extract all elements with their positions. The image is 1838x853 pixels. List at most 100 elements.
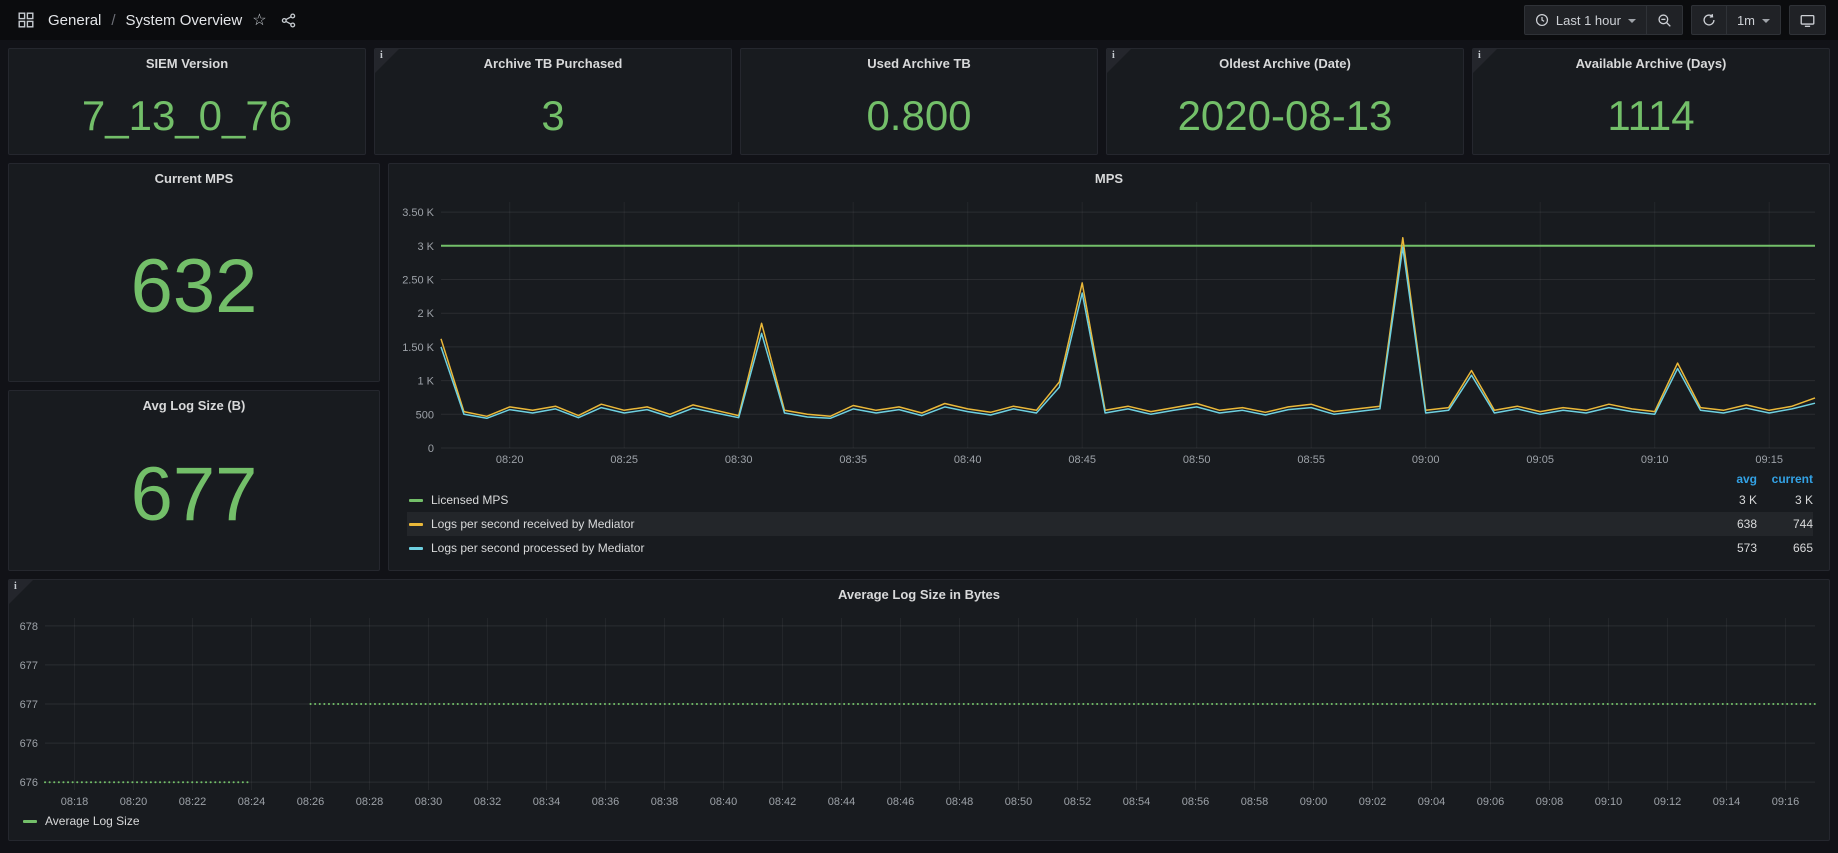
series-name[interactable]: Logs per second received by Mediator bbox=[431, 517, 1701, 531]
panel-title[interactable]: Oldest Archive (Date) bbox=[1107, 49, 1463, 77]
svg-text:2.50 K: 2.50 K bbox=[402, 275, 434, 287]
svg-text:676: 676 bbox=[20, 738, 38, 750]
apps-grid-icon[interactable] bbox=[14, 8, 38, 32]
svg-text:08:34: 08:34 bbox=[533, 796, 561, 808]
panel-oldest-archive: i Oldest Archive (Date) 2020-08-13 bbox=[1106, 48, 1464, 155]
svg-text:08:58: 08:58 bbox=[1241, 796, 1269, 808]
svg-text:08:40: 08:40 bbox=[710, 796, 738, 808]
zoom-out-button[interactable] bbox=[1647, 5, 1683, 35]
svg-text:08:46: 08:46 bbox=[887, 796, 915, 808]
series-current: 665 bbox=[1757, 541, 1813, 555]
panel-title[interactable]: MPS bbox=[389, 164, 1829, 192]
legend-col-current: current bbox=[1757, 472, 1813, 486]
svg-text:08:24: 08:24 bbox=[238, 796, 266, 808]
star-icon[interactable]: ☆ bbox=[252, 10, 266, 30]
panel-title[interactable]: Archive TB Purchased bbox=[375, 49, 731, 77]
legend-item-processed: Logs per second processed by Mediator 57… bbox=[407, 536, 1813, 560]
time-range-picker[interactable]: Last 1 hour bbox=[1524, 5, 1647, 35]
panel-current-mps: Current MPS 632 bbox=[8, 163, 380, 382]
breadcrumb-folder[interactable]: General bbox=[48, 12, 101, 29]
svg-text:08:36: 08:36 bbox=[592, 796, 620, 808]
als-legend: Average Log Size bbox=[9, 812, 1829, 832]
series-color-swatch bbox=[23, 820, 37, 823]
svg-text:08:55: 08:55 bbox=[1297, 454, 1325, 466]
svg-text:676: 676 bbox=[20, 777, 38, 789]
panel-info-icon[interactable] bbox=[1473, 49, 1497, 73]
time-range-label: Last 1 hour bbox=[1556, 13, 1621, 28]
refresh-button[interactable] bbox=[1691, 5, 1727, 35]
panel-title[interactable]: SIEM Version bbox=[9, 49, 365, 77]
panel-title[interactable]: Average Log Size in Bytes bbox=[9, 580, 1829, 608]
svg-text:08:56: 08:56 bbox=[1182, 796, 1210, 808]
legend-col-avg: avg bbox=[1701, 472, 1757, 486]
tv-icon bbox=[1800, 13, 1815, 28]
svg-text:08:52: 08:52 bbox=[1064, 796, 1092, 808]
panel-average-log-size-graph: i Average Log Size in Bytes 678677677676… bbox=[8, 579, 1830, 841]
stat-value: 1114 bbox=[1607, 92, 1694, 140]
svg-text:09:00: 09:00 bbox=[1300, 796, 1328, 808]
svg-text:08:50: 08:50 bbox=[1183, 454, 1211, 466]
panel-avg-log-size: Avg Log Size (B) 677 bbox=[8, 390, 380, 571]
svg-text:08:45: 08:45 bbox=[1068, 454, 1096, 466]
info-icon: i bbox=[1478, 50, 1481, 61]
svg-text:09:06: 09:06 bbox=[1477, 796, 1505, 808]
svg-text:0: 0 bbox=[428, 443, 434, 455]
legend-item-received: Logs per second received by Mediator 638… bbox=[407, 512, 1813, 536]
dashboard: SIEM Version 7_13_0_76 i Archive TB Purc… bbox=[0, 40, 1838, 849]
svg-text:08:30: 08:30 bbox=[415, 796, 443, 808]
svg-text:09:10: 09:10 bbox=[1595, 796, 1623, 808]
svg-text:2 K: 2 K bbox=[417, 308, 434, 320]
share-icon[interactable] bbox=[277, 8, 301, 32]
chevron-down-icon bbox=[1628, 19, 1636, 23]
info-icon: i bbox=[14, 581, 17, 592]
svg-text:08:22: 08:22 bbox=[179, 796, 207, 808]
series-current: 744 bbox=[1757, 517, 1813, 531]
panel-info-icon[interactable] bbox=[9, 580, 33, 604]
chevron-down-icon bbox=[1762, 19, 1770, 23]
tv-mode-button[interactable] bbox=[1789, 5, 1826, 35]
series-avg: 573 bbox=[1701, 541, 1757, 555]
svg-text:3.50 K: 3.50 K bbox=[402, 207, 434, 219]
stat-value: 3 bbox=[541, 92, 564, 140]
svg-text:677: 677 bbox=[20, 699, 38, 711]
svg-text:08:38: 08:38 bbox=[651, 796, 679, 808]
svg-text:09:04: 09:04 bbox=[1418, 796, 1446, 808]
clock-icon bbox=[1535, 13, 1549, 27]
panel-title[interactable]: Used Archive TB bbox=[741, 49, 1097, 77]
svg-text:09:12: 09:12 bbox=[1654, 796, 1682, 808]
breadcrumb-page[interactable]: System Overview bbox=[126, 12, 243, 29]
series-name[interactable]: Average Log Size bbox=[45, 814, 1829, 828]
refresh-icon bbox=[1702, 13, 1716, 27]
svg-text:09:02: 09:02 bbox=[1359, 796, 1387, 808]
svg-text:08:30: 08:30 bbox=[725, 454, 753, 466]
panel-info-icon[interactable] bbox=[375, 49, 399, 73]
avg-log-size-chart[interactable]: 67867767767667608:1808:2008:2208:2408:26… bbox=[9, 608, 1829, 812]
panel-used-archive-tb: Used Archive TB 0.800 bbox=[740, 48, 1098, 155]
panel-archive-tb-purchased: i Archive TB Purchased 3 bbox=[374, 48, 732, 155]
refresh-interval-label: 1m bbox=[1737, 13, 1755, 28]
svg-text:08:25: 08:25 bbox=[610, 454, 638, 466]
panel-title[interactable]: Current MPS bbox=[9, 164, 379, 192]
panel-mps-graph: MPS 05001 K1.50 K2 K2.50 K3 K3.50 K08:20… bbox=[388, 163, 1830, 571]
mps-chart[interactable]: 05001 K1.50 K2 K2.50 K3 K3.50 K08:2008:2… bbox=[389, 192, 1829, 470]
panel-title[interactable]: Avg Log Size (B) bbox=[9, 391, 379, 419]
panel-title[interactable]: Available Archive (Days) bbox=[1473, 49, 1829, 77]
info-icon: i bbox=[1112, 50, 1115, 61]
svg-text:08:32: 08:32 bbox=[474, 796, 502, 808]
refresh-interval-picker[interactable]: 1m bbox=[1727, 5, 1781, 35]
panel-available-archive-days: i Available Archive (Days) 1114 bbox=[1472, 48, 1830, 155]
svg-text:09:08: 09:08 bbox=[1536, 796, 1564, 808]
svg-text:09:00: 09:00 bbox=[1412, 454, 1440, 466]
svg-text:678: 678 bbox=[20, 621, 38, 633]
series-name[interactable]: Licensed MPS bbox=[431, 493, 1701, 507]
info-icon: i bbox=[380, 50, 383, 61]
series-color-swatch bbox=[409, 523, 423, 526]
breadcrumb-separator: / bbox=[111, 12, 115, 29]
svg-text:08:20: 08:20 bbox=[120, 796, 148, 808]
series-name[interactable]: Logs per second processed by Mediator bbox=[431, 541, 1701, 555]
svg-text:08:28: 08:28 bbox=[356, 796, 384, 808]
svg-text:09:16: 09:16 bbox=[1772, 796, 1800, 808]
panel-info-icon[interactable] bbox=[1107, 49, 1131, 73]
svg-text:09:10: 09:10 bbox=[1641, 454, 1669, 466]
svg-text:08:26: 08:26 bbox=[297, 796, 325, 808]
